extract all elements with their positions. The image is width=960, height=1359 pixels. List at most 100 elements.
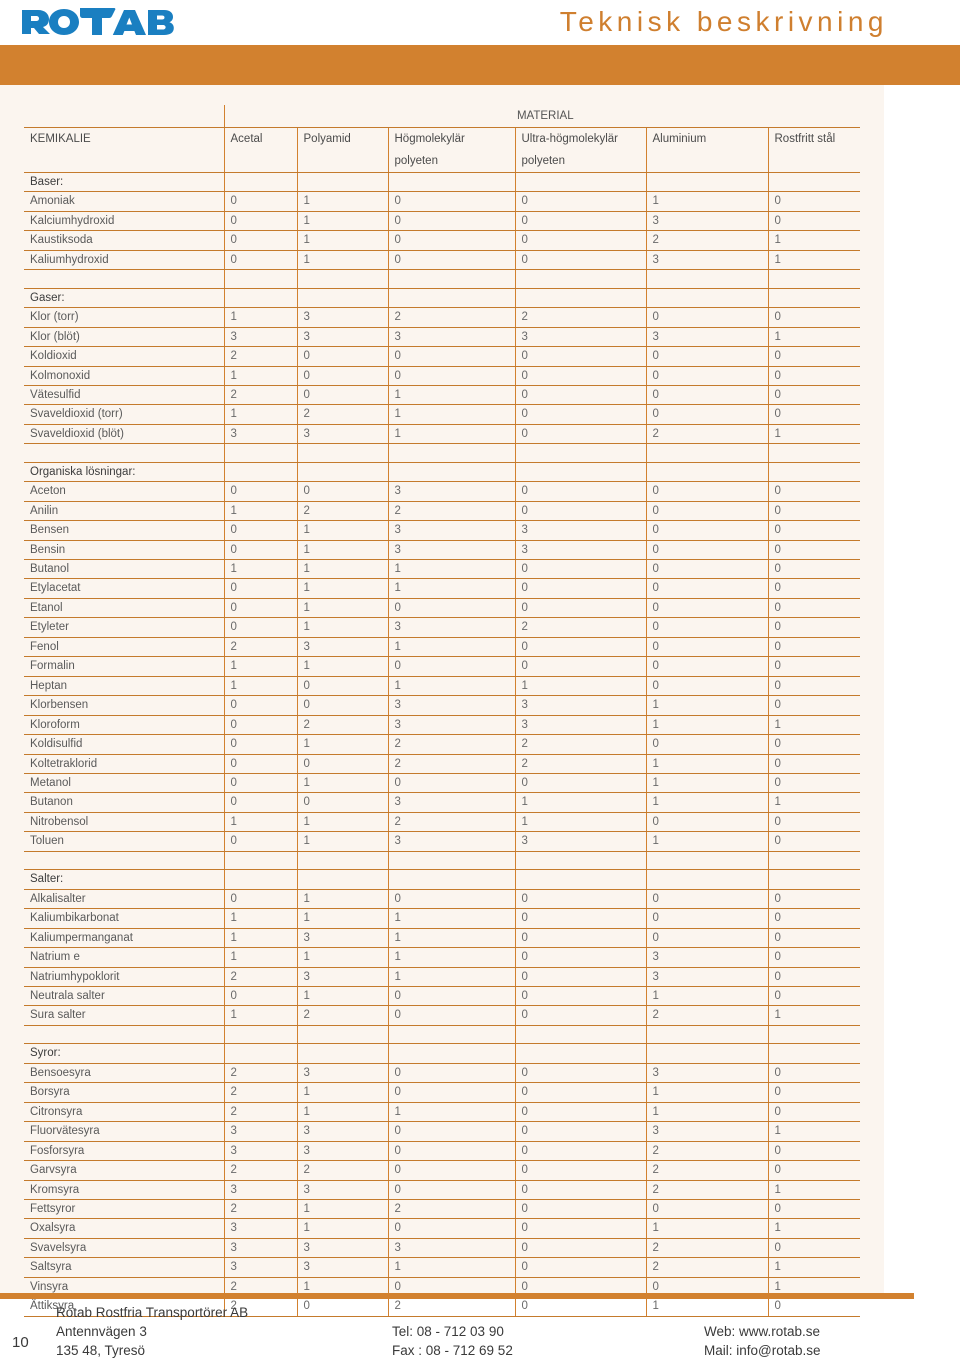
page-header: Teknisk beskrivning <box>0 0 960 45</box>
rating-cell: 1 <box>387 928 515 949</box>
footer-mail[interactable]: Mail: info@rotab.se <box>704 1341 821 1359</box>
rating-cell: 3 <box>514 831 646 852</box>
table-row: Etyleter 0 1 3 2 0 0 <box>24 617 861 638</box>
content-panel: MATERIAL KEMIKALIE Acetal Polyamid Högmoleky… <box>0 85 884 1317</box>
rating-cell: 0 <box>387 889 515 910</box>
rating-cell: 3 <box>514 520 646 541</box>
page-number: 10 <box>12 1334 29 1351</box>
rating-cell: 3 <box>514 540 646 561</box>
rating-cell: 3 <box>387 540 515 561</box>
rating-cell: 1 <box>223 812 297 833</box>
rating-cell: 0 <box>514 385 646 406</box>
section-blank-cell <box>387 462 515 483</box>
section-blank-cell <box>387 869 515 890</box>
rating-cell: 3 <box>387 520 515 541</box>
spacer-cell <box>767 1025 861 1045</box>
rating-cell: 1 <box>223 656 297 677</box>
footer-spacer <box>392 1303 513 1322</box>
rating-cell: 0 <box>514 1121 646 1142</box>
rating-cell: 2 <box>223 1082 297 1103</box>
rating-cell: 0 <box>645 404 768 425</box>
document-page: Teknisk beskrivning MATERIAL KEMIKALIE Ace… <box>0 0 960 1359</box>
rating-cell: 1 <box>296 889 388 910</box>
rating-cell: 3 <box>645 250 768 271</box>
spacer-cell <box>296 443 388 463</box>
rating-cell: 1 <box>387 385 515 406</box>
rating-cell: 3 <box>296 928 388 949</box>
rating-cell: 0 <box>767 617 861 638</box>
rating-cell: 2 <box>645 1238 768 1259</box>
rating-cell: 3 <box>296 327 388 348</box>
rating-cell: 2 <box>645 1257 768 1278</box>
column-header-2-line2 <box>296 150 388 173</box>
rating-cell: 0 <box>223 715 297 736</box>
chemical-name: Citronsyra <box>24 1102 224 1123</box>
rating-cell: 1 <box>387 578 515 599</box>
rating-cell: 2 <box>296 404 388 425</box>
rating-cell: 0 <box>767 598 861 619</box>
spacer-cell <box>387 443 515 463</box>
section-spacer-row <box>24 851 861 871</box>
rating-cell: 1 <box>767 792 861 813</box>
chemical-name: Kaliumpermanganat <box>24 928 224 949</box>
rating-cell: 1 <box>296 520 388 541</box>
rating-cell: 0 <box>387 366 515 386</box>
spacer-cell <box>24 851 224 871</box>
section-blank-cell <box>223 172 297 193</box>
spacer-cell <box>767 443 861 463</box>
rating-cell: 1 <box>223 908 297 929</box>
section-blank-cell <box>387 288 515 309</box>
rating-cell: 0 <box>645 617 768 638</box>
chemical-name: Sura salter <box>24 1005 224 1026</box>
rating-cell: 0 <box>514 404 646 425</box>
chemical-name: Kolmonoxid <box>24 366 224 386</box>
chemical-name: Koltetraklorid <box>24 754 224 775</box>
footer-web[interactable]: Web: www.rotab.se <box>704 1322 821 1341</box>
rating-cell: 0 <box>387 191 515 212</box>
section-blank-cell <box>767 172 861 193</box>
rating-cell: 0 <box>645 928 768 949</box>
rating-cell: 0 <box>645 385 768 406</box>
rating-cell: 0 <box>514 501 646 522</box>
rating-cell: 3 <box>387 481 515 502</box>
rating-cell: 2 <box>223 346 297 367</box>
table-row: Klor (blöt) 3 3 3 3 3 1 <box>24 327 861 348</box>
rating-cell: 1 <box>296 1218 388 1239</box>
table-row: Koldioxid 2 0 0 0 0 0 <box>24 346 861 367</box>
table-row: Kalciumhydroxid 0 1 0 0 3 0 <box>24 211 861 232</box>
chemical-name: Butanol <box>24 559 224 580</box>
rating-cell: 0 <box>514 908 646 929</box>
section-blank-cell <box>387 1043 515 1064</box>
table-row: Vätesulfid 2 0 1 0 0 0 <box>24 385 861 406</box>
material-group-row: MATERIAL <box>24 105 861 128</box>
section-spacer-row <box>24 269 861 289</box>
section-blank-cell <box>645 1043 768 1064</box>
rating-cell: 0 <box>514 1102 646 1123</box>
chemical-name: Koldioxid <box>24 346 224 367</box>
rating-cell: 0 <box>387 211 515 232</box>
section-blank-cell <box>514 288 646 309</box>
rating-cell: 0 <box>514 637 646 658</box>
rating-cell: 0 <box>645 676 768 697</box>
rating-cell: 3 <box>223 424 297 445</box>
table-row: Svaveldioxid (torr) 1 2 1 0 0 0 <box>24 404 861 425</box>
rating-cell: 0 <box>387 250 515 271</box>
rating-cell: 2 <box>387 307 515 328</box>
rating-cell: 0 <box>514 250 646 271</box>
rating-cell: 1 <box>645 1218 768 1239</box>
rating-cell: 1 <box>387 908 515 929</box>
spacer-cell <box>24 443 224 463</box>
rating-cell: 1 <box>223 307 297 328</box>
rating-cell: 3 <box>387 715 515 736</box>
chemical-name: Etanol <box>24 598 224 619</box>
rating-cell: 0 <box>767 754 861 775</box>
chemical-name: Amoniak <box>24 191 224 212</box>
rating-cell: 1 <box>296 773 388 794</box>
footer-spacer-2 <box>704 1303 821 1322</box>
rating-cell: 0 <box>645 559 768 580</box>
rating-cell: 2 <box>223 385 297 406</box>
rating-cell: 1 <box>514 812 646 833</box>
chemical-name: Saltsyra <box>24 1257 224 1278</box>
rating-cell: 1 <box>296 250 388 271</box>
rating-cell: 0 <box>223 695 297 716</box>
